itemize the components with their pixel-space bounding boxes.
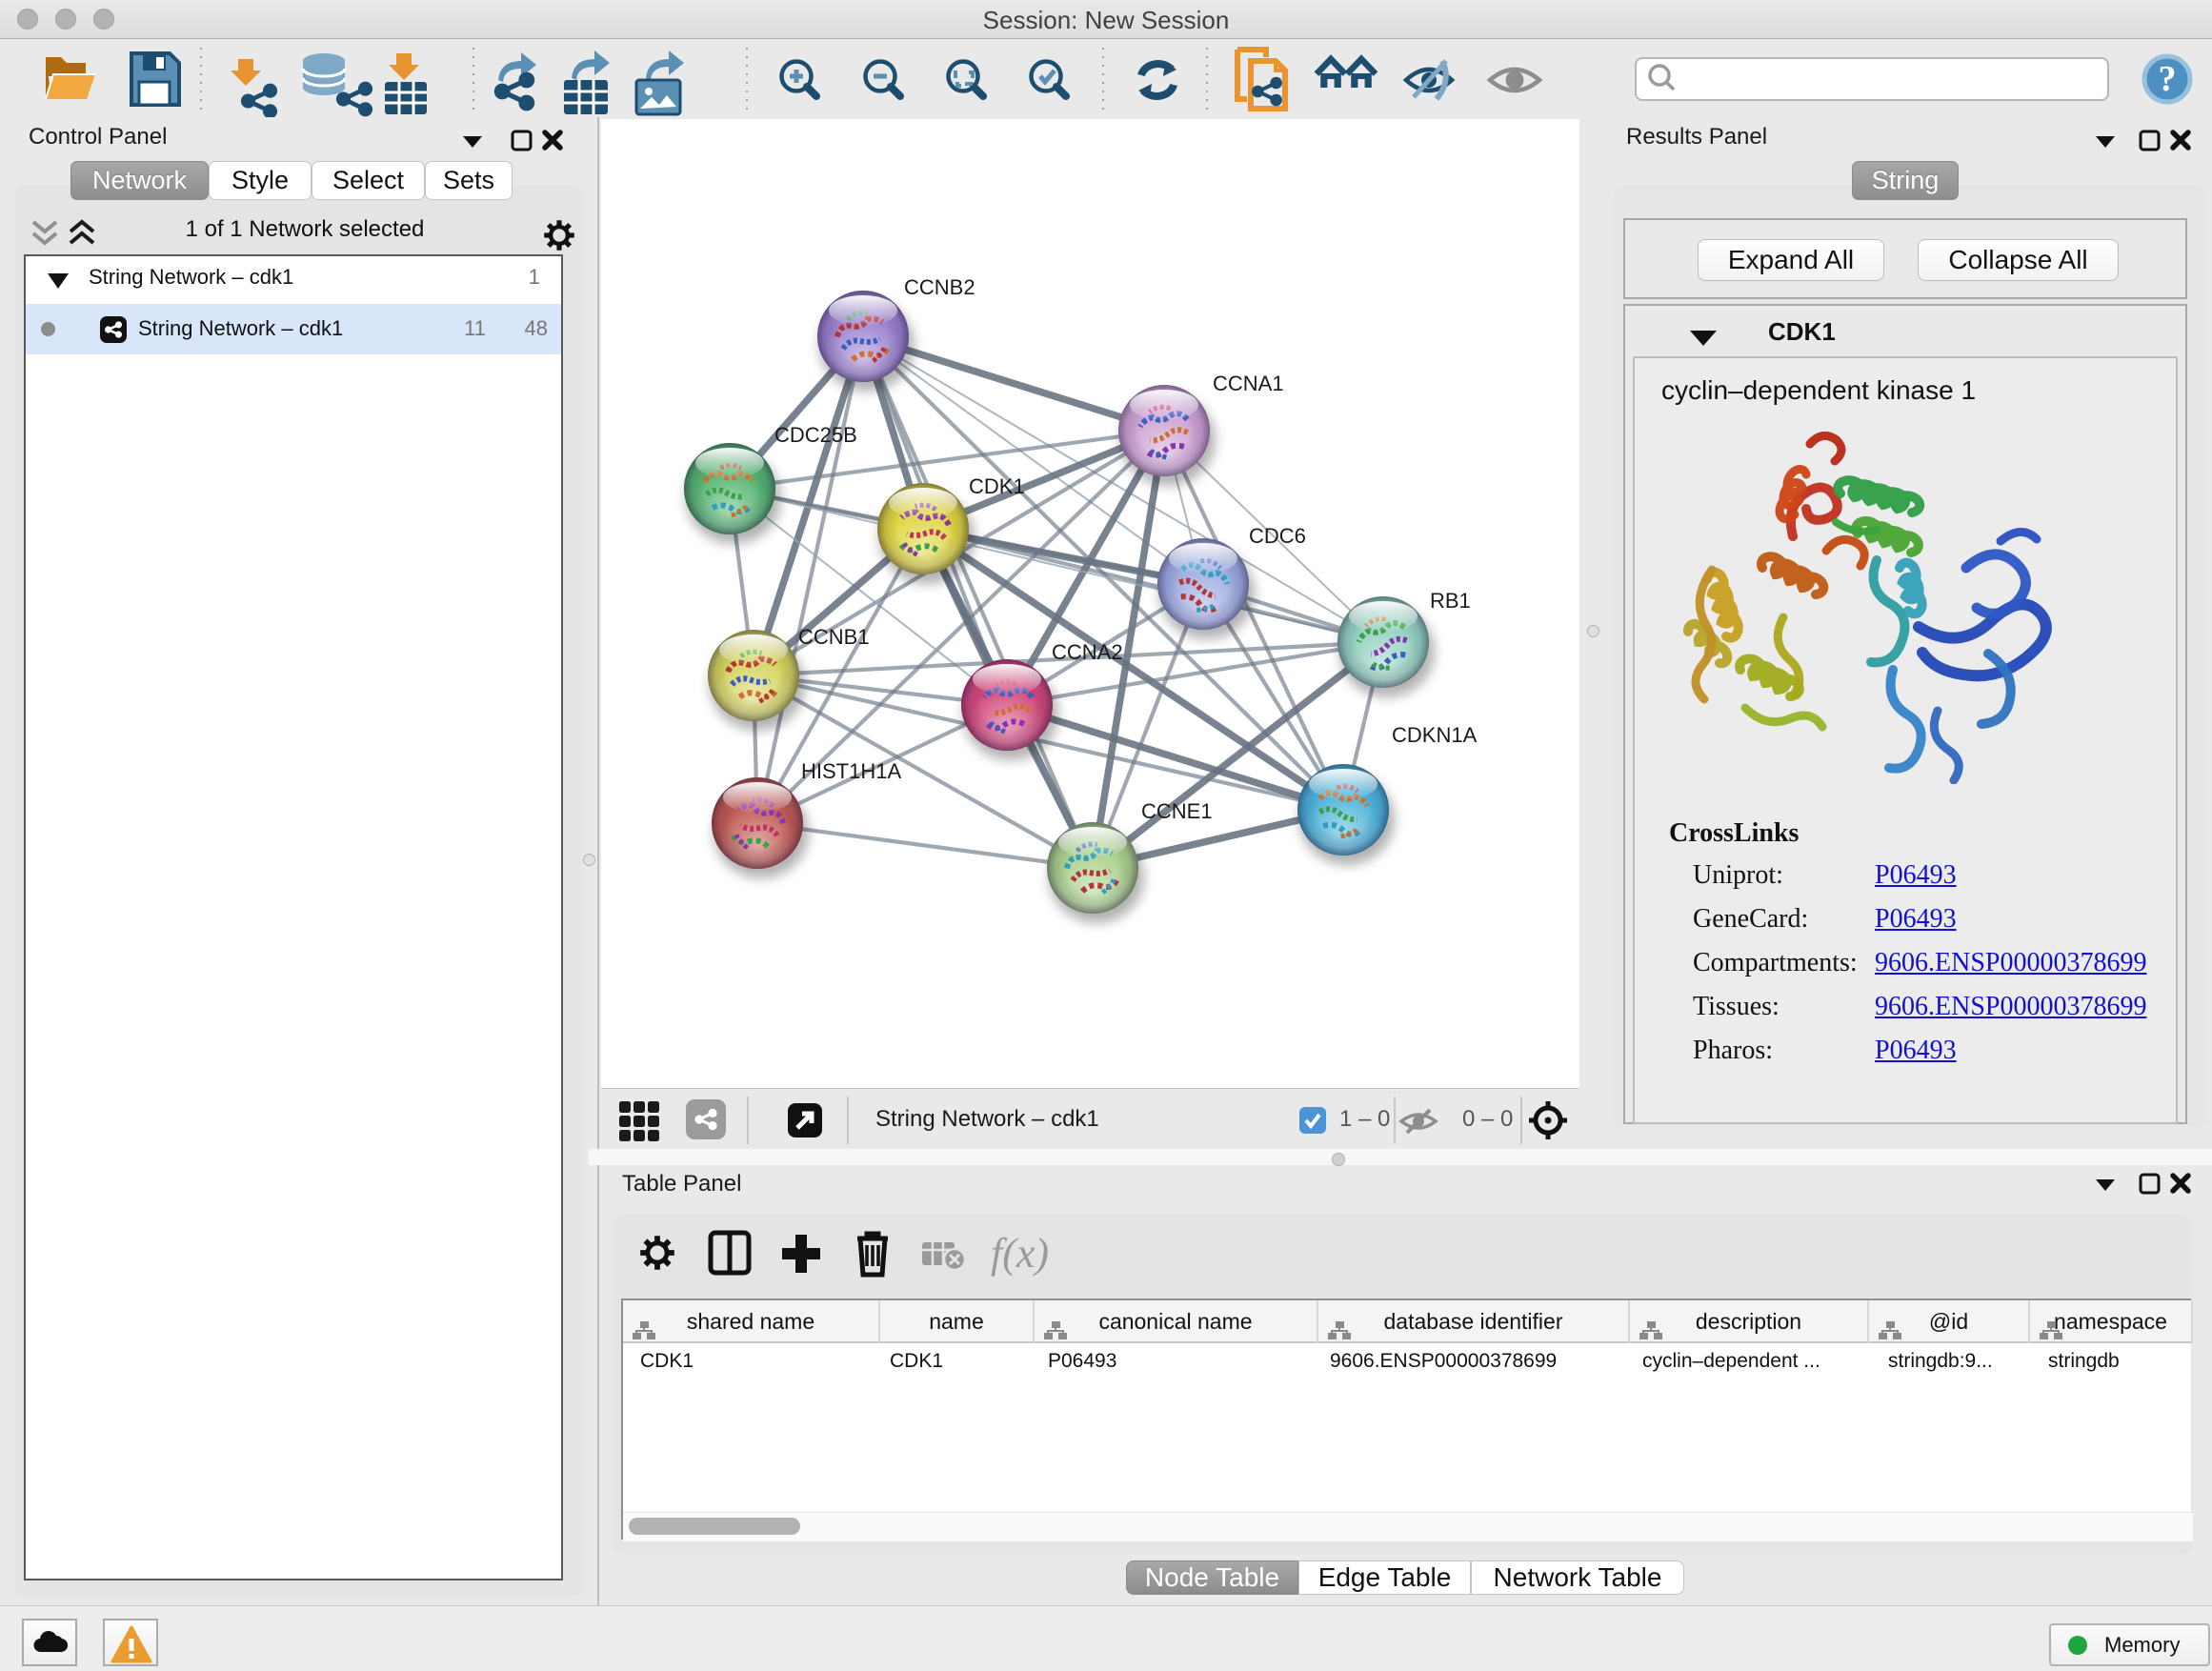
svg-text:CCNA1: CCNA1 <box>1213 372 1284 395</box>
svg-text:CCNA2: CCNA2 <box>1052 640 1123 664</box>
svg-text:CCNB2: CCNB2 <box>904 275 975 299</box>
svg-text:CDC25B: CDC25B <box>774 423 857 447</box>
svg-text:f(x): f(x) <box>991 1230 1049 1277</box>
svg-text:HIST1H1A: HIST1H1A <box>801 759 901 783</box>
svg-text:RB1: RB1 <box>1430 589 1471 613</box>
svg-text:CDC6: CDC6 <box>1249 524 1306 548</box>
svg-text:?: ? <box>2159 59 2177 99</box>
svg-text:CDKN1A: CDKN1A <box>1392 723 1478 747</box>
svg-text:CCNE1: CCNE1 <box>1141 799 1213 823</box>
svg-text:CDK1: CDK1 <box>969 474 1025 498</box>
svg-text:CCNB1: CCNB1 <box>798 625 870 649</box>
